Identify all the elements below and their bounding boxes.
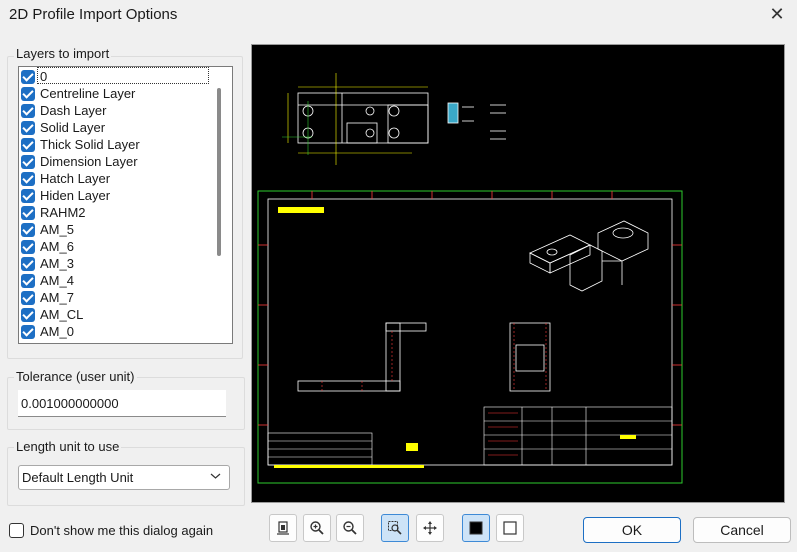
layer-item[interactable]: Dimension Layer: [21, 153, 138, 170]
layer-item[interactable]: AM_6: [21, 238, 74, 255]
layer-checkbox[interactable]: [21, 324, 35, 339]
title-block: [483, 406, 673, 466]
layer-label: RAHM2: [40, 205, 86, 220]
layer-checkbox[interactable]: [21, 222, 35, 237]
layer-label: Dimension Layer: [40, 154, 138, 169]
layer-label: AM_5: [40, 222, 74, 237]
zoom-in-button[interactable]: [303, 514, 331, 542]
layer-label: Centreline Layer: [40, 86, 136, 101]
drawing-preview-canvas: [257, 73, 683, 484]
layer-item[interactable]: Centreline Layer: [21, 85, 135, 102]
sheet-inner-frame: [267, 198, 673, 466]
layer-item[interactable]: Thick Solid Layer: [21, 136, 140, 153]
layer-label: Thick Solid Layer: [40, 137, 140, 152]
dont-show-checkbox[interactable]: Don't show me this dialog again: [9, 523, 213, 538]
dimension-lines-top: [287, 73, 428, 165]
length-unit-selected: Default Length Unit: [22, 470, 134, 485]
black-background-icon: [469, 521, 483, 535]
pan-icon: [423, 521, 437, 535]
hidden-lines-side: [513, 323, 547, 391]
sheet-outer-frame: [257, 190, 683, 484]
layer-label: Hatch Layer: [40, 171, 111, 186]
layer-label: AM_7: [40, 290, 74, 305]
layer-label: Hiden Layer: [40, 188, 111, 203]
layer-label: Solid Layer: [40, 120, 106, 135]
front-view: [297, 322, 427, 392]
layer-list[interactable]: 0 Centreline Layer Dash Layer Solid Layer Th…: [18, 66, 233, 344]
focus-rectangle: [37, 67, 209, 84]
layer-label: 0: [40, 69, 48, 84]
layer-item[interactable]: Solid Layer: [21, 119, 105, 136]
layer-item[interactable]: 0: [21, 68, 47, 85]
side-view: [509, 322, 551, 392]
layer-label: AM_4: [40, 273, 74, 288]
checkbox-box[interactable]: [9, 523, 24, 538]
layer-label: AM_CL: [40, 307, 84, 322]
sheet-ticks: [258, 191, 682, 426]
zoom-out-icon: [343, 521, 357, 535]
zoom-in-icon: [310, 521, 324, 535]
layer-item[interactable]: AM_0: [21, 323, 74, 340]
pan-button[interactable]: [416, 514, 444, 542]
layer-item[interactable]: Dash Layer: [21, 102, 106, 119]
layer-checkbox[interactable]: [21, 273, 35, 288]
layer-checkbox[interactable]: [21, 307, 35, 322]
layer-checkbox[interactable]: [21, 137, 35, 152]
layer-item[interactable]: AM_3: [21, 255, 74, 272]
isometric-view: [529, 220, 649, 292]
fit-to-page-icon: [277, 521, 289, 535]
section-view-top: [447, 102, 506, 140]
dialog-title: 2D Profile Import Options: [9, 6, 178, 23]
layer-checkbox[interactable]: [21, 188, 35, 203]
layer-label: AM_6: [40, 239, 74, 254]
zoom-out-button[interactable]: [336, 514, 364, 542]
layer-item[interactable]: AM_7: [21, 289, 74, 306]
white-background-icon: [503, 521, 517, 535]
tolerance-group-label: Tolerance (user unit): [14, 369, 137, 384]
layer-checkbox[interactable]: [21, 205, 35, 220]
cancel-button[interactable]: Cancel: [693, 517, 791, 543]
layer-item[interactable]: AM_CL: [21, 306, 83, 323]
zoom-window-icon: [388, 521, 402, 535]
layer-item[interactable]: Hatch Layer: [21, 170, 110, 187]
layer-checkbox[interactable]: [21, 290, 35, 305]
layer-checkbox[interactable]: [21, 256, 35, 271]
length-unit-select[interactable]: Default Length Unit: [18, 465, 230, 490]
layer-checkbox[interactable]: [21, 103, 35, 118]
layer-item[interactable]: AM_4: [21, 272, 74, 289]
layer-list-scrollbar[interactable]: [217, 88, 221, 256]
fit-to-page-button[interactable]: [269, 514, 297, 542]
revision-table: [267, 432, 373, 466]
ok-button[interactable]: OK: [583, 517, 681, 543]
chevron-down-icon: [210, 472, 221, 483]
hidden-lines-front: [321, 331, 393, 391]
part-drawing-top: [297, 92, 429, 144]
layer-checkbox[interactable]: [21, 86, 35, 101]
layer-label: Dash Layer: [40, 103, 107, 118]
zoom-window-button[interactable]: [381, 514, 409, 542]
layer-item[interactable]: RAHM2: [21, 204, 86, 221]
close-icon[interactable]: ✕: [766, 4, 788, 26]
dont-show-label: Don't show me this dialog again: [30, 523, 214, 538]
annotation-text-marks: [274, 207, 636, 468]
layer-item[interactable]: Hiden Layer: [21, 187, 110, 204]
length-unit-group-label: Length unit to use: [14, 439, 122, 454]
white-background-button[interactable]: [496, 514, 524, 542]
layer-checkbox[interactable]: [21, 239, 35, 254]
tolerance-input[interactable]: [18, 390, 226, 417]
layers-group-label: Layers to import: [14, 46, 112, 61]
layer-label: AM_3: [40, 256, 74, 271]
layer-checkbox[interactable]: [21, 154, 35, 169]
layer-checkbox[interactable]: [21, 171, 35, 186]
layer-item[interactable]: AM_5: [21, 221, 74, 238]
drawing-preview[interactable]: [251, 44, 785, 503]
layer-checkbox[interactable]: [21, 69, 35, 84]
black-background-button[interactable]: [462, 514, 490, 542]
layer-checkbox[interactable]: [21, 120, 35, 135]
layer-label: AM_0: [40, 324, 74, 339]
